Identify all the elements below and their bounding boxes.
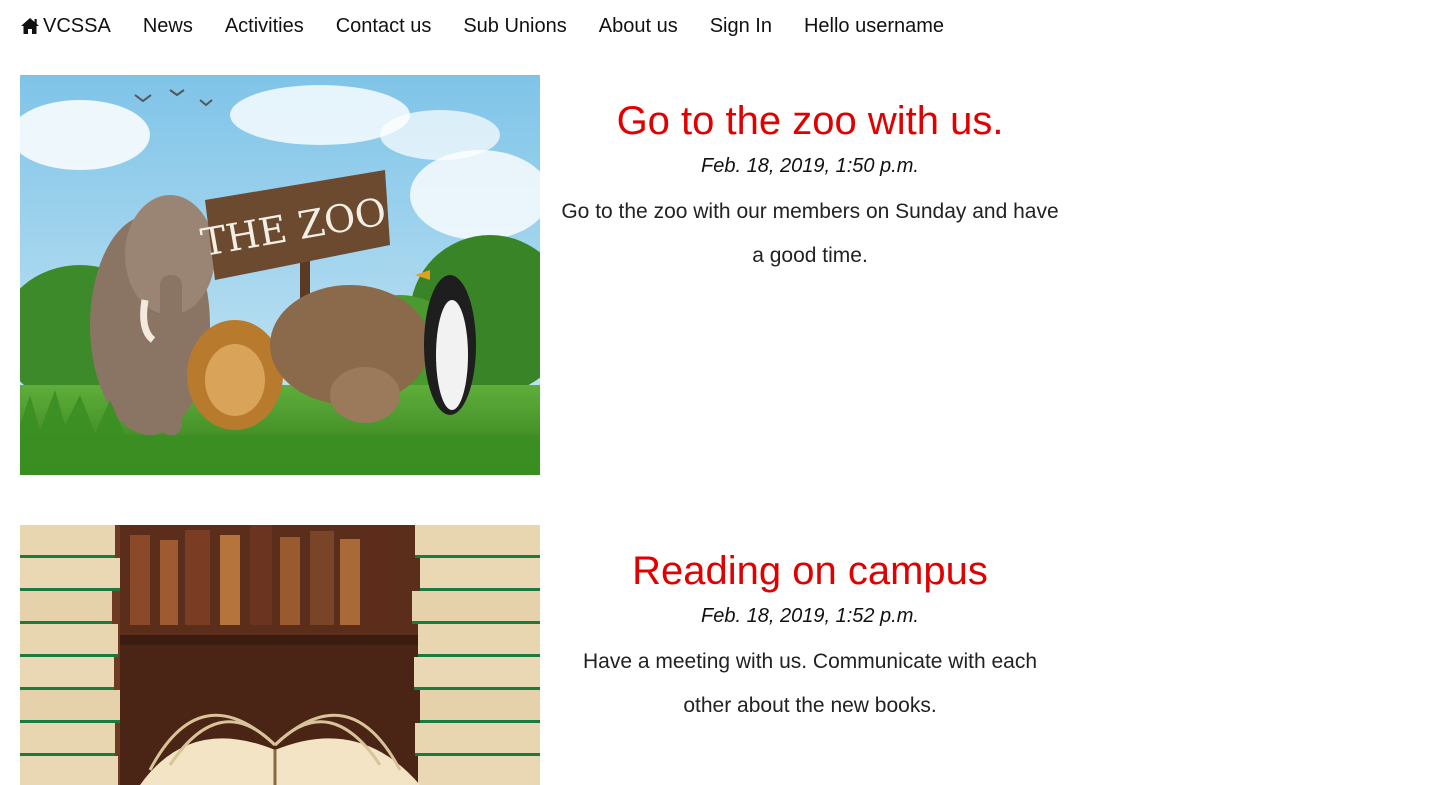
- post-title[interactable]: Go to the zoo with us.: [560, 97, 1060, 145]
- nav-item-news[interactable]: News: [143, 15, 193, 38]
- books-illustration: [20, 525, 540, 785]
- post-body: Go to the zoo with our members on Sunday…: [561, 200, 1059, 267]
- home-icon: [21, 18, 39, 34]
- post-image-zoo[interactable]: THE ZOO: [20, 75, 540, 475]
- post-date: Feb. 18, 2019, 1:50 p.m.: [701, 155, 919, 177]
- nav-item-sub-unions[interactable]: Sub Unions: [463, 15, 566, 38]
- post-text: Reading on campus Feb. 18, 2019, 1:52 p.…: [560, 525, 1060, 728]
- top-navbar: VCSSA News Activities Contact us Sub Uni…: [20, 0, 976, 52]
- nav-item-sign-in[interactable]: Sign In: [710, 15, 772, 38]
- nav-item-activities[interactable]: Activities: [225, 15, 304, 38]
- post-text: Go to the zoo with us. Feb. 18, 2019, 1:…: [560, 75, 1060, 278]
- nav-item-about-us[interactable]: About us: [599, 15, 678, 38]
- brand-link[interactable]: VCSSA: [20, 15, 111, 38]
- post-image-books[interactable]: [20, 525, 540, 785]
- post-body: Have a meeting with us. Communicate with…: [582, 650, 1038, 717]
- zoo-illustration: THE ZOO: [20, 75, 540, 475]
- post-title[interactable]: Reading on campus: [560, 547, 1060, 595]
- post-date: Feb. 18, 2019, 1:52 p.m.: [701, 605, 919, 627]
- brand-label: VCSSA: [43, 14, 111, 37]
- nav-item-contact-us[interactable]: Contact us: [336, 15, 432, 38]
- nav-item-user-greeting[interactable]: Hello username: [804, 15, 944, 38]
